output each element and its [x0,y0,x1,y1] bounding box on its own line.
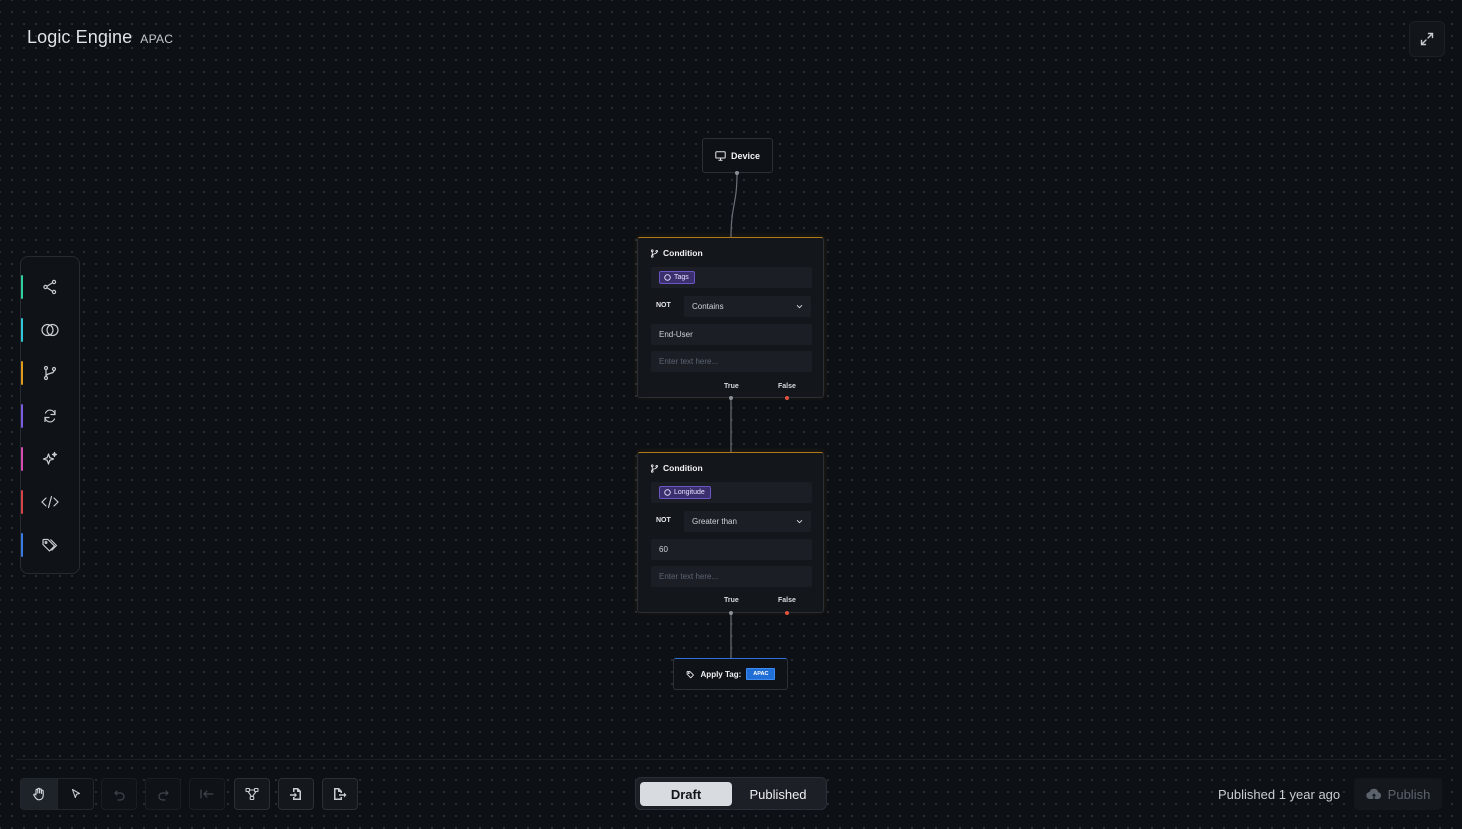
file-import-icon [290,788,301,800]
circle-icon [664,274,671,281]
operator-select[interactable]: Greater than [684,511,811,532]
text-input-placeholder: Enter text here... [659,357,719,366]
true-output-port[interactable] [729,611,733,615]
branch-icon [650,463,659,473]
layout-nodes-icon [245,787,259,801]
attribute-label: Tags [674,274,689,281]
publish-status: Published 1 year ago [1218,787,1341,802]
select-tool-button[interactable] [58,778,94,810]
publish-label: Publish [1387,786,1431,802]
branch-icon [650,248,659,258]
value-text: End-User [659,330,693,339]
flow-edges [730,172,738,659]
collapse-button[interactable] [189,778,225,810]
publish-button[interactable]: Publish [1354,778,1442,810]
device-node[interactable]: Device [702,138,773,173]
edge-device-condition [730,172,738,239]
attribute-field[interactable]: Tags [651,267,812,288]
operator-value: Greater than [692,517,737,526]
undo-icon [113,789,125,801]
device-label: Device [730,150,761,161]
text-input-placeholder: Enter text here... [659,572,719,581]
true-label: True [724,383,739,390]
apply-tag-node[interactable]: Apply Tag: APAC [673,658,788,690]
apply-tag-label: Apply Tag: [700,669,742,679]
auto-layout-button[interactable] [234,778,270,810]
chevron-down-icon [796,304,803,309]
redo-button[interactable] [145,778,181,810]
attribute-label: Longitude [674,489,705,496]
cursor-icon [71,788,80,799]
text-input[interactable]: Enter text here... [651,566,812,587]
import-button[interactable] [278,778,314,810]
apply-tag-chip: APAC [746,668,776,680]
draft-published-toggle: Draft Published [635,777,827,810]
hand-tool-button[interactable] [20,778,58,810]
false-output-port[interactable] [785,611,789,615]
text-input[interactable]: Enter text here... [651,351,812,372]
file-export-icon [334,788,347,800]
false-label: False [778,383,796,390]
condition-header: Condition [650,248,703,258]
arrow-to-start-icon [200,789,214,799]
value-input[interactable]: End-User [651,324,812,345]
hand-icon [33,787,44,801]
true-output-port[interactable] [729,396,733,400]
attribute-chip: Longitude [659,486,711,499]
false-label: False [778,597,796,604]
operator-select[interactable]: Contains [684,296,811,317]
condition-title: Condition [663,248,703,258]
not-toggle[interactable]: NOT [656,302,671,309]
cloud-upload-icon [1365,788,1381,800]
undo-button[interactable] [101,778,137,810]
chevron-down-icon [796,519,803,524]
draft-tab[interactable]: Draft [640,782,732,806]
value-input[interactable]: 60 [651,539,812,560]
circle-icon [664,489,671,496]
device-output-port[interactable] [735,171,739,175]
condition-node[interactable]: Condition Longitude NOT Greater than 60 … [637,452,824,613]
false-output-port[interactable] [785,396,789,400]
published-tab[interactable]: Published [734,782,822,806]
value-text: 60 [659,545,668,554]
monitor-icon [715,150,726,161]
attribute-chip: Tags [659,271,695,284]
operator-value: Contains [692,302,724,311]
export-button[interactable] [322,778,358,810]
footer-divider [16,759,1446,760]
condition-title: Condition [663,463,703,473]
not-toggle[interactable]: NOT [656,517,671,524]
condition-header: Condition [650,463,703,473]
redo-icon [157,789,169,801]
mode-toggle [20,778,94,810]
tag-icon [686,670,694,678]
attribute-field[interactable]: Longitude [651,482,812,503]
true-label: True [724,597,739,604]
condition-node[interactable]: Condition Tags NOT Contains End-User Ent… [637,237,824,398]
